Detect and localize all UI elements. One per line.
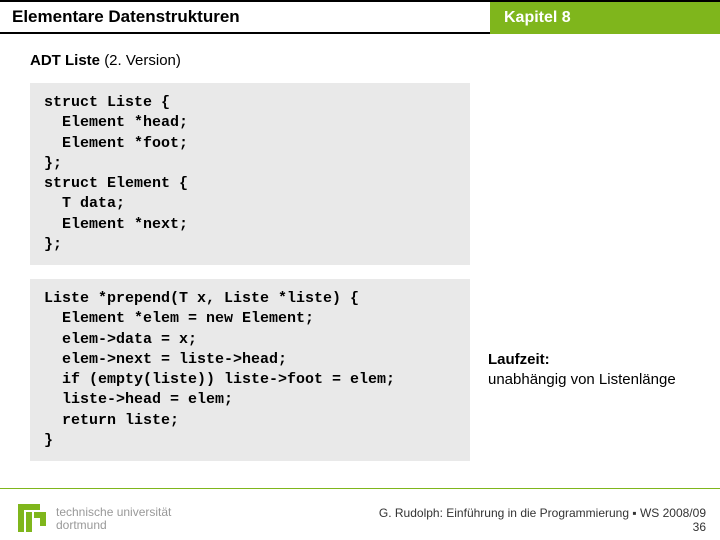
header-title-right: Kapitel 8 <box>490 2 720 34</box>
credit-block: G. Rudolph: Einführung in die Programmie… <box>379 506 706 534</box>
subtitle-light: (2. Version) <box>104 52 181 69</box>
header-title-left: Elementare Datenstrukturen <box>0 2 490 34</box>
subtitle-bold: ADT Liste <box>30 52 104 69</box>
page-number: 36 <box>379 520 706 534</box>
runtime-note: Laufzeit: unabhängig von Listenlänge <box>488 350 676 391</box>
row-prepend: Liste *prepend(T x, Liste *liste) { Elem… <box>30 279 700 461</box>
tu-logo-icon <box>18 504 48 534</box>
runtime-label: Laufzeit: <box>488 351 550 368</box>
credit-line: G. Rudolph: Einführung in die Programmie… <box>379 506 706 520</box>
slide-header: Elementare Datenstrukturen Kapitel 8 <box>0 0 720 34</box>
code-block-prepend: Liste *prepend(T x, Liste *liste) { Elem… <box>30 279 470 461</box>
university-logo: technische universität dortmund <box>18 504 171 534</box>
code-block-struct: struct Liste { Element *head; Element *f… <box>30 83 470 265</box>
slide-footer: technische universität dortmund G. Rudol… <box>0 488 720 540</box>
slide-subtitle: ADT Liste (2. Version) <box>30 52 700 69</box>
logo-line2: dortmund <box>56 519 171 532</box>
runtime-text: unabhängig von Listenlänge <box>488 371 676 388</box>
logo-text: technische universität dortmund <box>56 506 171 532</box>
slide-content: ADT Liste (2. Version) struct Liste { El… <box>0 34 720 461</box>
